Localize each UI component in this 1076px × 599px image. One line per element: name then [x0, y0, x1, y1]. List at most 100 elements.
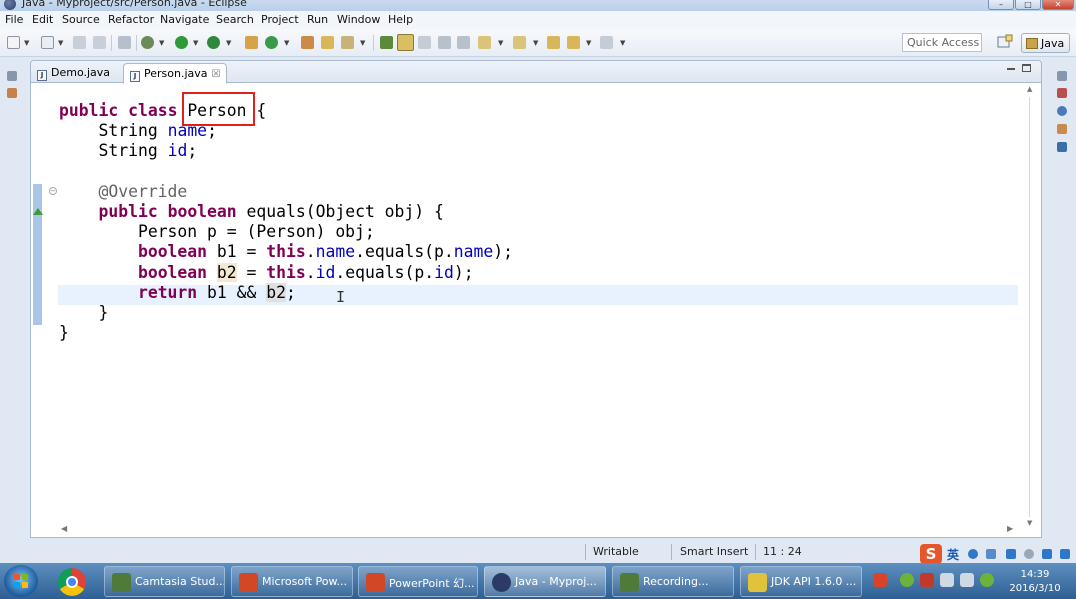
- new-project-dropdown-icon[interactable]: ▼: [58, 39, 63, 47]
- tab-person-java[interactable]: J Person.java ☒: [123, 63, 228, 84]
- taskbar-item-powerpoint-slideshow[interactable]: PowerPoint 幻...: [358, 566, 478, 597]
- menu-refactor[interactable]: Refactor: [108, 13, 154, 26]
- ime-mode-label[interactable]: 英: [947, 546, 959, 563]
- scroll-right-icon[interactable]: ▶: [1007, 524, 1013, 533]
- quick-access-input[interactable]: Quick Access: [902, 33, 982, 52]
- menu-edit[interactable]: Edit: [32, 13, 53, 26]
- punctuation-icon[interactable]: [986, 549, 996, 559]
- maximize-panel-icon[interactable]: [1022, 64, 1031, 72]
- powerpoint-icon: [366, 573, 385, 592]
- menu-source[interactable]: Source: [62, 13, 100, 26]
- search-dropdown-icon[interactable]: ▼: [360, 39, 365, 47]
- console-icon[interactable]: [1057, 142, 1067, 152]
- sogou-tray-icon[interactable]: [873, 573, 887, 587]
- task-list-icon[interactable]: [1057, 88, 1067, 98]
- next-annotation-dropdown-icon[interactable]: ▼: [498, 39, 503, 47]
- minimize-panel-icon[interactable]: [1007, 68, 1015, 70]
- annotation-icon[interactable]: [380, 36, 393, 49]
- open-folder-icon[interactable]: [321, 36, 334, 49]
- code-keyword: public: [98, 202, 158, 222]
- previous-annotation-dropdown-icon[interactable]: ▼: [533, 39, 538, 47]
- back-dropdown-icon[interactable]: ▼: [586, 39, 591, 47]
- outline-icon[interactable]: [1057, 106, 1067, 116]
- taskbar-item-eclipse[interactable]: Java - Myproj...: [484, 566, 606, 597]
- code-area[interactable]: − public class Person { String name; Str…: [31, 83, 1041, 533]
- package-explorer-icon[interactable]: [7, 88, 17, 98]
- taskbar-item-camtasia[interactable]: Camtasia Stud...: [104, 566, 225, 597]
- save-all-icon[interactable]: [93, 36, 106, 49]
- sogou-logo-icon[interactable]: S: [920, 544, 942, 564]
- new-icon[interactable]: [7, 36, 20, 49]
- forward-icon[interactable]: [600, 36, 613, 49]
- run-external-icon[interactable]: [207, 36, 220, 49]
- new-class-dropdown-icon[interactable]: ▼: [284, 39, 289, 47]
- override-marker-icon[interactable]: [33, 208, 43, 215]
- scroll-down-icon[interactable]: ▼: [1027, 519, 1032, 527]
- open-perspective-icon[interactable]: [997, 34, 1013, 50]
- run-icon[interactable]: [175, 36, 188, 49]
- maximize-button[interactable]: □: [1015, 0, 1041, 10]
- show-whitespace-icon[interactable]: [457, 36, 470, 49]
- last-edit-icon[interactable]: [547, 36, 560, 49]
- new-dropdown-icon[interactable]: ▼: [24, 39, 29, 47]
- debug-icon[interactable]: [141, 36, 154, 49]
- menu-search[interactable]: Search: [216, 13, 254, 26]
- network-icon[interactable]: [960, 573, 974, 587]
- taskbar-item-jdk-api[interactable]: JDK API 1.6.0 ...: [740, 566, 862, 597]
- word-wrap-icon[interactable]: [418, 36, 431, 49]
- security-icon[interactable]: [900, 573, 914, 587]
- system-clock[interactable]: 14:39 2016/3/10: [1004, 568, 1066, 596]
- menu-help[interactable]: Help: [388, 13, 413, 26]
- chrome-icon[interactable]: [58, 568, 86, 596]
- start-button[interactable]: [4, 565, 38, 597]
- menu-window[interactable]: Window: [337, 13, 380, 26]
- scroll-up-icon[interactable]: ▲: [1027, 85, 1032, 93]
- menu-navigate[interactable]: Navigate: [160, 13, 209, 26]
- user-icon[interactable]: [1024, 549, 1034, 559]
- forward-dropdown-icon[interactable]: ▼: [620, 39, 625, 47]
- horizontal-scrollbar[interactable]: ◀ ▶: [31, 523, 1021, 537]
- open-type-icon[interactable]: [301, 36, 314, 49]
- vertical-scrollbar[interactable]: ▲ ▼: [1021, 83, 1041, 533]
- taskbar-item-powerpoint[interactable]: Microsoft Pow...: [231, 566, 353, 597]
- taskbar-item-recording[interactable]: Recording...: [612, 566, 734, 597]
- mark-occurrences-icon[interactable]: [397, 34, 414, 51]
- previous-annotation-icon[interactable]: [513, 36, 526, 49]
- keyboard-icon[interactable]: [1006, 549, 1016, 559]
- print-icon[interactable]: [118, 36, 131, 49]
- external-dropdown-icon[interactable]: ▼: [226, 39, 231, 47]
- run-dropdown-icon[interactable]: ▼: [193, 39, 198, 47]
- new-package-icon[interactable]: [245, 36, 258, 49]
- debug-dropdown-icon[interactable]: ▼: [159, 39, 164, 47]
- menu-run[interactable]: Run: [307, 13, 328, 26]
- menu-file[interactable]: File: [5, 13, 23, 26]
- java-perspective-button[interactable]: Java: [1021, 33, 1070, 53]
- source-code[interactable]: public class Person { String name; Strin…: [59, 101, 513, 343]
- volume-icon[interactable]: [940, 573, 954, 587]
- problems-icon[interactable]: [1057, 124, 1067, 134]
- close-tab-icon[interactable]: ☒: [212, 69, 221, 80]
- writable-status: Writable: [593, 545, 639, 558]
- update-icon[interactable]: [980, 573, 994, 587]
- search-icon[interactable]: [341, 36, 354, 49]
- fold-toggle-icon[interactable]: −: [49, 187, 57, 195]
- code-statement: Person p = (Person) obj;: [137, 222, 375, 242]
- save-icon[interactable]: [73, 36, 86, 49]
- app-tray-icon[interactable]: [920, 573, 934, 587]
- scroll-left-icon[interactable]: ◀: [61, 524, 67, 533]
- skin-icon[interactable]: [1042, 549, 1052, 559]
- scroll-track[interactable]: [1029, 97, 1030, 517]
- tools-icon[interactable]: [1060, 549, 1070, 559]
- restore-view-icon[interactable]: [1057, 71, 1067, 81]
- close-window-button[interactable]: ✕: [1042, 0, 1074, 10]
- next-annotation-icon[interactable]: [478, 36, 491, 49]
- new-class-icon[interactable]: [265, 36, 278, 49]
- back-icon[interactable]: [567, 36, 580, 49]
- new-project-icon[interactable]: [41, 36, 54, 49]
- tab-demo-java[interactable]: J Demo.java: [31, 63, 116, 83]
- block-selection-icon[interactable]: [438, 36, 451, 49]
- minimize-button[interactable]: –: [988, 0, 1014, 10]
- restore-view-icon[interactable]: [7, 71, 17, 81]
- menu-project[interactable]: Project: [261, 13, 299, 26]
- moon-icon[interactable]: [968, 549, 978, 559]
